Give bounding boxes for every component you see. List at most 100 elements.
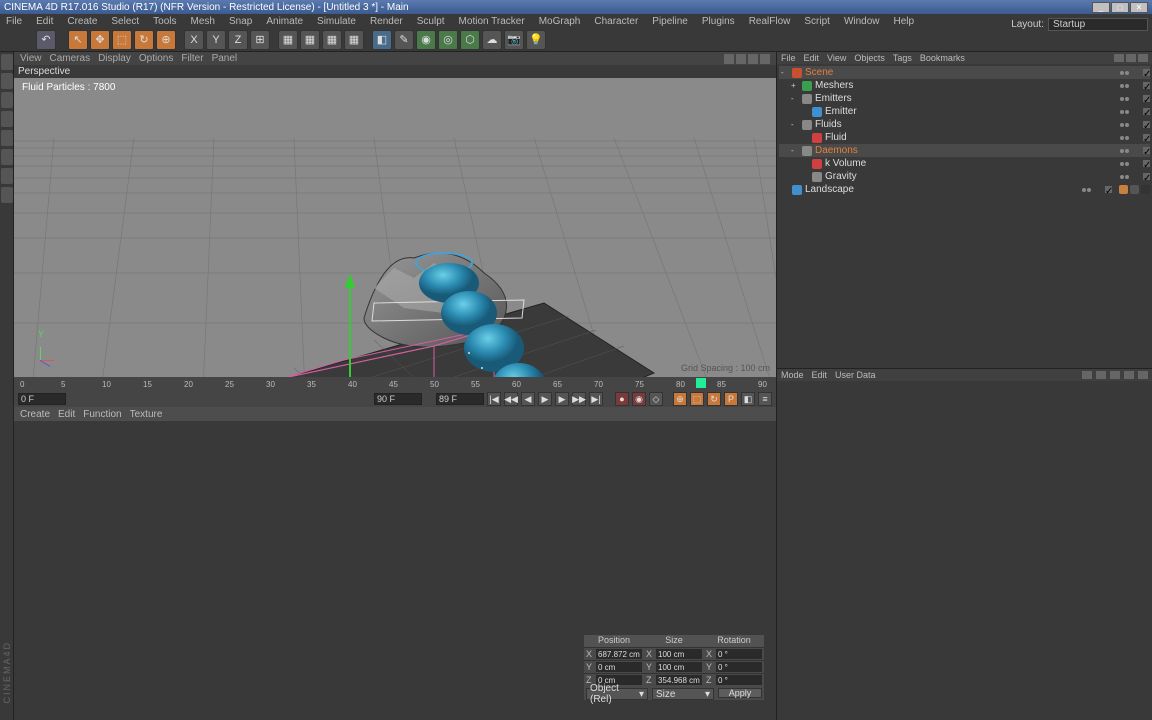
move-tool[interactable]: ✥ (90, 30, 110, 50)
viewport-nav-1[interactable] (724, 54, 734, 64)
lock-x[interactable]: X (184, 30, 204, 50)
visibility-dots[interactable] (1120, 123, 1140, 127)
enable-check[interactable]: ✓ (1143, 95, 1150, 102)
goto-end[interactable]: ▶| (589, 392, 603, 406)
expand-icon[interactable]: - (791, 95, 799, 103)
view-menu-panel[interactable]: Panel (212, 53, 238, 64)
menu-animate[interactable]: Animate (262, 16, 307, 27)
mat-menu-edit[interactable]: Edit (58, 409, 75, 420)
tag-icon[interactable] (1141, 185, 1150, 194)
mat-menu-function[interactable]: Function (83, 409, 121, 420)
expand-icon[interactable] (781, 186, 789, 194)
menu-file[interactable]: File (2, 16, 26, 27)
attr-mode[interactable]: Mode (781, 370, 804, 380)
visibility-dots[interactable] (1120, 136, 1140, 140)
menu-simulate[interactable]: Simulate (313, 16, 360, 27)
menu-sculpt[interactable]: Sculpt (413, 16, 449, 27)
prev-frame[interactable]: ◀ (521, 392, 535, 406)
menu-mograph[interactable]: MoGraph (535, 16, 585, 27)
om-path-icon[interactable] (1138, 54, 1148, 62)
menu-realflow[interactable]: RealFlow (745, 16, 795, 27)
tree-row-gravity[interactable]: Gravity ✓ (779, 170, 1150, 183)
mat-menu-create[interactable]: Create (20, 409, 50, 420)
add-generator[interactable]: ◎ (438, 30, 458, 50)
add-pen[interactable]: ✎ (394, 30, 414, 50)
menu-create[interactable]: Create (63, 16, 101, 27)
enable-check[interactable]: ✓ (1143, 82, 1150, 89)
expand-icon[interactable]: + (791, 82, 799, 90)
add-cube[interactable]: ◧ (372, 30, 392, 50)
range-end-field[interactable]: 90 F (374, 393, 422, 405)
close-button[interactable]: ✕ (1130, 2, 1148, 13)
undo-button[interactable]: ↶ (36, 30, 56, 50)
layout-dropdown[interactable]: Startup (1048, 18, 1148, 31)
minimize-button[interactable]: _ (1092, 2, 1110, 13)
view-menu-filter[interactable]: Filter (181, 53, 203, 64)
visibility-dots[interactable] (1120, 97, 1140, 101)
add-nurbs[interactable]: ◉ (416, 30, 436, 50)
attr-nav-back[interactable] (1082, 371, 1092, 379)
timeline-marker[interactable] (696, 378, 706, 388)
timeline[interactable]: 051015202530354045505560657075808590 (14, 377, 776, 391)
menu-edit[interactable]: Edit (32, 16, 57, 27)
record-button[interactable]: ● (615, 392, 629, 406)
texture-mode[interactable] (1, 73, 13, 89)
view-tab-label[interactable]: Perspective (18, 66, 70, 77)
visibility-dots[interactable] (1120, 110, 1140, 114)
enable-check[interactable]: ✓ (1143, 121, 1150, 128)
render-picture[interactable]: ▦ (322, 30, 342, 50)
key-scale[interactable]: ⬚ (690, 392, 704, 406)
enable-check[interactable]: ✓ (1143, 173, 1150, 180)
model-mode[interactable] (1, 54, 13, 70)
view-menu-cameras[interactable]: Cameras (50, 53, 91, 64)
visibility-dots[interactable] (1082, 188, 1102, 192)
menu-select[interactable]: Select (107, 16, 143, 27)
tree-row-emitters[interactable]: - Emitters ✓ (779, 92, 1150, 105)
key-param[interactable]: P (724, 392, 738, 406)
tree-row-daemons[interactable]: - Daemons ✓ (779, 144, 1150, 157)
attr-edit[interactable]: Edit (812, 370, 828, 380)
menu-tools[interactable]: Tools (149, 16, 180, 27)
size-X[interactable]: 100 cm (656, 649, 702, 659)
render-view[interactable]: ▦ (278, 30, 298, 50)
tree-row-emitter[interactable]: Emitter ✓ (779, 105, 1150, 118)
next-frame[interactable]: ▶ (555, 392, 569, 406)
menu-window[interactable]: Window (840, 16, 884, 27)
maximize-button[interactable]: □ (1111, 2, 1129, 13)
scale-tool[interactable]: ⬚ (112, 30, 132, 50)
viewport-nav-3[interactable] (748, 54, 758, 64)
menu-snap[interactable]: Snap (225, 16, 256, 27)
mat-menu-texture[interactable]: Texture (130, 409, 163, 420)
attr-userdata[interactable]: User Data (835, 370, 876, 380)
last-tool[interactable]: ⊕ (156, 30, 176, 50)
goto-start[interactable]: |◀ (487, 392, 501, 406)
key-rot[interactable]: ↻ (707, 392, 721, 406)
snap-toggle[interactable] (1, 187, 13, 203)
size-Z[interactable]: 354.968 cm (656, 675, 702, 685)
menu-render[interactable]: Render (366, 16, 407, 27)
axis-mode[interactable] (1, 168, 13, 184)
view-menu-view[interactable]: View (20, 53, 42, 64)
expand-icon[interactable]: - (791, 147, 799, 155)
tag-icon[interactable] (1119, 185, 1128, 194)
coord-system[interactable]: ⊞ (250, 30, 270, 50)
menu-mesh[interactable]: Mesh (187, 16, 219, 27)
autokey-button[interactable]: ◉ (632, 392, 646, 406)
pos-X[interactable]: 687.872 cm (596, 649, 642, 659)
expand-icon[interactable]: - (781, 69, 789, 77)
om-objects[interactable]: Objects (854, 53, 885, 63)
view-menu-options[interactable]: Options (139, 53, 173, 64)
menu-character[interactable]: Character (590, 16, 642, 27)
viewport[interactable]: Fluid Particles : 7800 Grid Spacing : 10… (14, 78, 776, 377)
rot-Z[interactable]: 0 ° (716, 675, 762, 685)
om-bookmarks[interactable]: Bookmarks (920, 53, 965, 63)
add-camera[interactable]: 📷 (504, 30, 524, 50)
om-search-icon[interactable] (1114, 54, 1124, 62)
tree-row-landscape[interactable]: Landscape ✓ (779, 183, 1150, 196)
prev-key[interactable]: ◀◀ (504, 392, 518, 406)
coord-size-dropdown[interactable]: Size▾ (652, 688, 714, 700)
menu-help[interactable]: Help (890, 16, 919, 27)
workplane-mode[interactable] (1, 92, 13, 108)
add-deformer[interactable]: ⬡ (460, 30, 480, 50)
play-button[interactable]: ▶ (538, 392, 552, 406)
